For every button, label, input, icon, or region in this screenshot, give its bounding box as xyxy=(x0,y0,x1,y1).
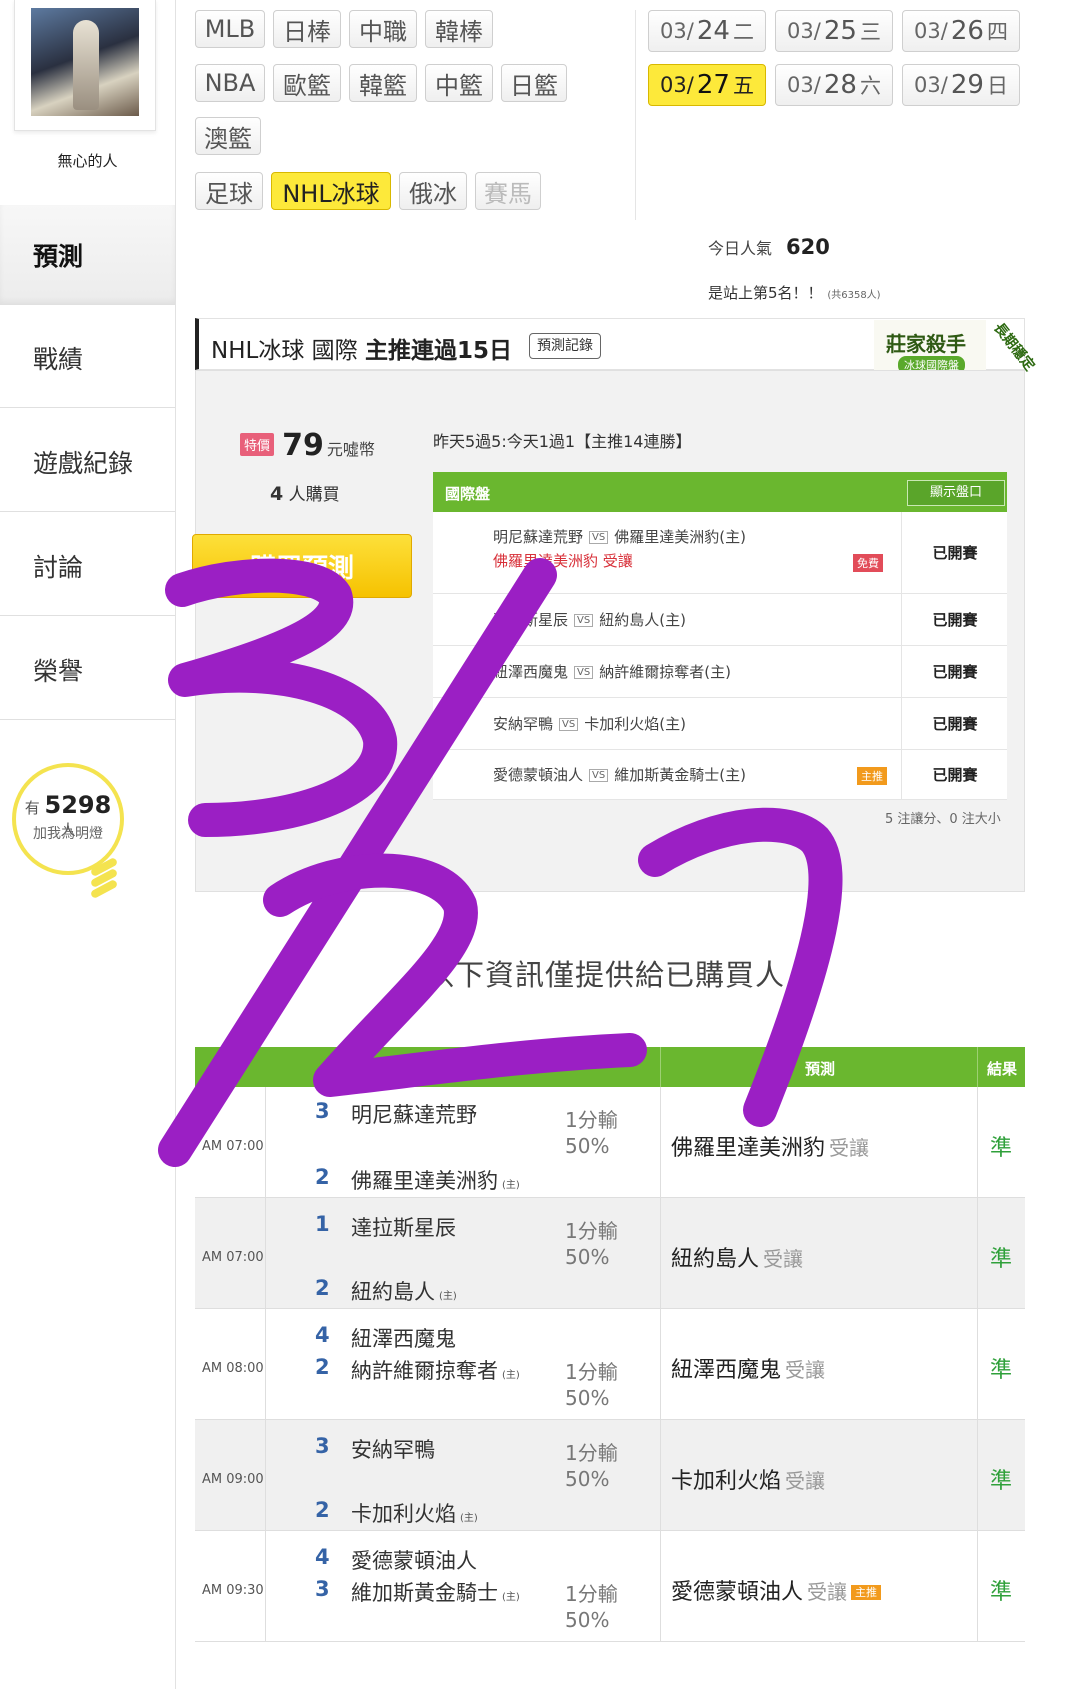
game-status: 已開賽 xyxy=(901,594,1008,645)
game-row: 紐澤西魔鬼 VS 納許維爾掠奪者(主) 已開賽 xyxy=(433,646,1007,698)
sport-tab-khl[interactable]: 俄冰 xyxy=(399,172,467,210)
sport-tab-npb[interactable]: 日棒 xyxy=(273,10,341,48)
page-title: NHL冰球 國際 主推連過15日 xyxy=(211,338,512,364)
main-pick-badge: 主推 xyxy=(857,767,887,785)
game-row: 達拉斯星辰 VS 紐約島人(主) 已開賽 xyxy=(433,594,1007,646)
table-row: AM 09:00 3 安納罕鴨 2 卡加利火焰 (主) 1分輸 50% 卡加利火焰受… xyxy=(195,1420,1025,1531)
sidebar-item-record[interactable]: 戰績 xyxy=(0,308,175,408)
sport-tab-china-basketball[interactable]: 中籃 xyxy=(425,64,493,102)
game-status: 已開賽 xyxy=(901,646,1008,697)
sport-tab-cpbl[interactable]: 中職 xyxy=(349,10,417,48)
date-0329[interactable]: 03/29 日 xyxy=(902,64,1020,106)
sport-tab-horse-racing[interactable]: 賽馬 xyxy=(475,172,541,210)
game-row: 愛德蒙頓油人 VS 維加斯黃金騎士(主) 主推 已開賽 xyxy=(433,750,1007,800)
sidebar-item-prediction[interactable]: 預測 xyxy=(0,205,175,305)
main-pick-badge: 主推 xyxy=(851,1585,882,1600)
sidebar: 無心的人 預測 戰績 遊戲紀錄 討論 榮譽 有 5298 人 加我為明燈 xyxy=(0,0,176,1689)
game-status: 已開賽 xyxy=(901,750,1008,799)
sport-tab-nhl[interactable]: NHL冰球 xyxy=(271,172,391,210)
sport-tab-australia-basketball[interactable]: 澳籃 xyxy=(195,117,261,155)
buy-prediction-button[interactable]: 購買預測 xyxy=(192,534,412,598)
game-status: 已開賽 xyxy=(901,512,1008,593)
user-name[interactable]: 無心的人 xyxy=(0,150,175,171)
popularity: 今日人氣 620 xyxy=(708,235,830,259)
lightbulb-icon xyxy=(89,856,126,904)
avatar[interactable] xyxy=(31,8,139,116)
rank: 是站上第5名！！ (共6358人) xyxy=(708,284,881,302)
sport-tab-soccer[interactable]: 足球 xyxy=(195,172,263,210)
record-summary: 昨天5過5:今天1過1【主推14連勝】 xyxy=(433,432,692,451)
divider xyxy=(635,10,636,220)
lamp-caption: 加我為明燈 xyxy=(33,826,103,842)
table-row: AM 07:00 1 達拉斯星辰 2 紐約島人 (主) 1分輸 50% 紐約島人 受讓… xyxy=(195,1198,1025,1309)
table-row: AM 09:30 4 愛德蒙頓油人 3 維加斯黃金騎士 (主) 1分輸 50% 愛德… xyxy=(195,1531,1025,1642)
result-hit: 準 xyxy=(990,1247,1013,1272)
prediction-record-button[interactable]: 預測記錄 xyxy=(529,333,601,359)
result-hit: 準 xyxy=(990,1358,1013,1383)
sport-tab-japan-basketball[interactable]: 日籃 xyxy=(501,64,567,102)
date-0325[interactable]: 03/25 三 xyxy=(775,10,893,52)
result-hit: 準 xyxy=(990,1580,1013,1605)
avatar-card[interactable] xyxy=(14,0,156,131)
results-table-header: 預測 結果 xyxy=(195,1047,1025,1087)
free-pick: 佛羅里達美洲豹 受讓 xyxy=(493,552,633,570)
sidebar-item-honor[interactable]: 榮譽 xyxy=(0,620,175,720)
bet-count-note: 5 注讓分、0 注大小 xyxy=(885,812,1001,827)
game-status: 已開賽 xyxy=(901,698,1008,749)
sport-tab-korea-basketball[interactable]: 韓籃 xyxy=(349,64,417,102)
sidebar-item-game-log[interactable]: 遊戲紀錄 xyxy=(0,412,175,512)
free-badge: 免費 xyxy=(853,554,883,572)
sport-tab-mlb[interactable]: MLB xyxy=(195,10,265,48)
date-0328[interactable]: 03/28 六 xyxy=(775,64,893,106)
col-result: 結果 xyxy=(987,1060,1018,1078)
sidebar-item-discussion[interactable]: 討論 xyxy=(0,516,175,616)
follow-lamp-button[interactable]: 有 5298 人 加我為明燈 xyxy=(12,763,124,875)
game-row: 明尼蘇達荒野 VS 佛羅里達美洲豹(主) 佛羅里達美洲豹 受讓 免費 已開賽 xyxy=(433,512,1007,594)
price: 特價 79 元噓幣 xyxy=(240,428,375,463)
special-price-badge: 特價 xyxy=(240,433,275,456)
game-row: 安納罕鴨 VS 卡加利火焰(主) 已開賽 xyxy=(433,698,1007,750)
buyer-count: 4 人購買 xyxy=(270,483,340,505)
date-0327[interactable]: 03/27 五 xyxy=(648,64,766,106)
table-row: AM 07:00 3 明尼蘇達荒野 2 佛羅里達美洲豹 (主) 1分輸 50% 佛羅… xyxy=(195,1087,1025,1198)
date-0324[interactable]: 03/24 二 xyxy=(648,10,766,52)
sport-tab-kbo[interactable]: 韓棒 xyxy=(425,10,493,48)
buyers-only-notice: 以下資訊僅提供給已購買人 xyxy=(425,958,786,992)
result-hit: 準 xyxy=(990,1136,1013,1161)
games-header: 國際盤 顯示盤口 xyxy=(433,472,1007,512)
date-0326[interactable]: 03/26 四 xyxy=(902,10,1020,52)
show-odds-button[interactable]: 顯示盤口 xyxy=(907,480,1005,506)
sport-tab-euro-basketball[interactable]: 歐籃 xyxy=(273,64,341,102)
sport-tab-nba[interactable]: NBA xyxy=(195,64,265,102)
table-row: AM 08:00 4 紐澤西魔鬼 2 納許維爾掠奪者 (主) 1分輸 50% 紐澤西… xyxy=(195,1309,1025,1420)
result-hit: 準 xyxy=(990,1469,1013,1494)
col-prediction: 預測 xyxy=(805,1060,836,1078)
